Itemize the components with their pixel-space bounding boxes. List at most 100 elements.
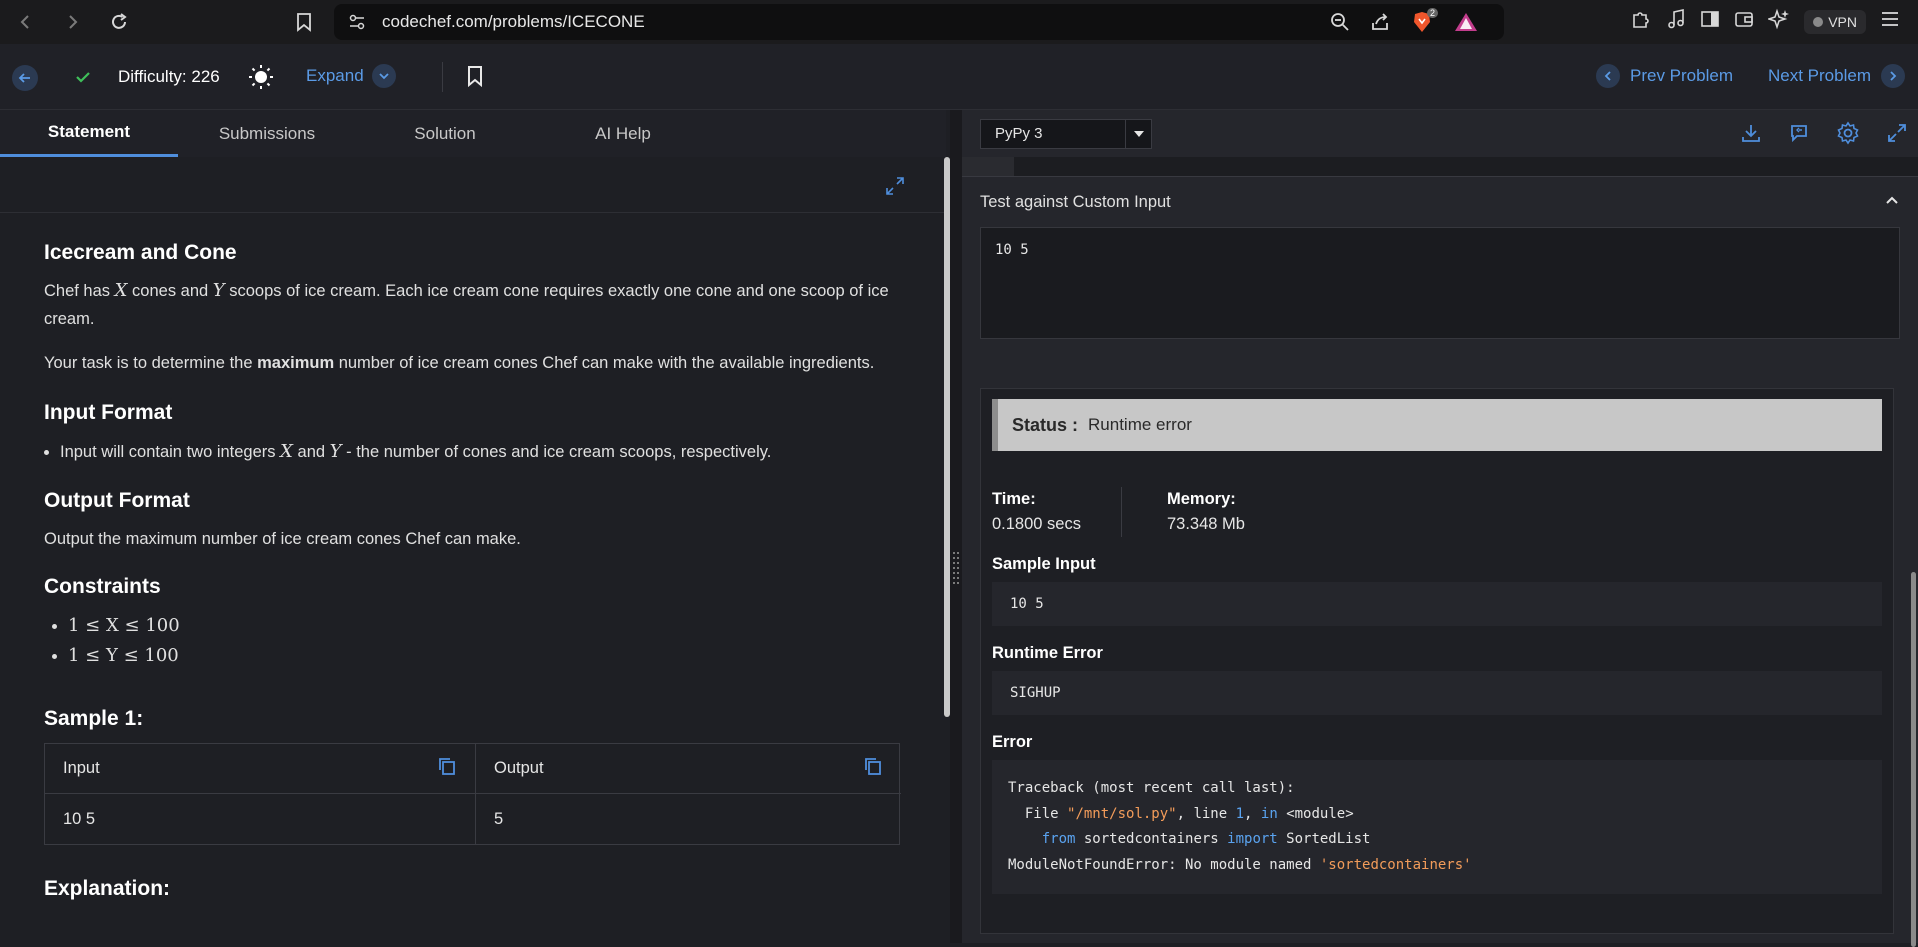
reload-icon[interactable] xyxy=(104,7,134,37)
sample-input-header: Input xyxy=(45,744,475,794)
time-label: Time: xyxy=(992,490,1036,508)
status-value: Runtime error xyxy=(1088,415,1192,434)
memory-label: Memory: xyxy=(1167,490,1236,508)
toolbar-divider xyxy=(442,62,443,92)
site-settings-icon[interactable] xyxy=(348,13,366,36)
sample-input-box: 10 5 xyxy=(992,582,1882,626)
statement-content: Icecream and Cone Chef has X cones and Y… xyxy=(0,213,946,941)
wallet-icon[interactable] xyxy=(1734,9,1754,34)
zoom-icon[interactable] xyxy=(1330,12,1350,37)
back-button[interactable] xyxy=(12,65,38,91)
memory-stat: Memory: 73.348 Mb xyxy=(1167,487,1245,537)
fullscreen-statement-icon[interactable] xyxy=(884,175,906,202)
language-select[interactable]: PyPy 3 xyxy=(980,118,1152,149)
input-format-item: Input will contain two integers X and Y … xyxy=(60,437,902,467)
url-text: codechef.com/problems/ICECONE xyxy=(382,12,645,31)
vpn-button[interactable]: VPN xyxy=(1804,9,1866,34)
constraints-list: 1 ≤ X ≤ 100 1 ≤ Y ≤ 100 xyxy=(68,611,902,671)
editor-scrollbar[interactable] xyxy=(1911,572,1916,947)
menu-icon[interactable] xyxy=(1880,10,1900,33)
rewards-triangle-icon[interactable] xyxy=(1454,12,1478,37)
chevron-right-icon xyxy=(1880,64,1905,88)
sample-input-value: 10 5 xyxy=(63,809,96,828)
extensions-icon[interactable] xyxy=(1630,8,1652,35)
tab-ai-help[interactable]: AI Help xyxy=(534,110,712,157)
custom-input-header[interactable]: Test against Custom Input xyxy=(962,177,1918,227)
constraint-item: 1 ≤ X ≤ 100 xyxy=(68,611,902,641)
download-icon[interactable] xyxy=(1740,122,1762,149)
browser-toolbar: codechef.com/problems/ICECONE 2 VPN xyxy=(0,0,1918,44)
tab-solution[interactable]: Solution xyxy=(356,110,534,157)
solved-check-icon xyxy=(74,68,92,91)
leo-ai-icon[interactable] xyxy=(1766,8,1790,35)
editor-panel: PyPy 3 Test against Custom Input 10 5 St… xyxy=(962,110,1918,947)
share-icon[interactable] xyxy=(1370,12,1390,37)
next-problem-label: Next Problem xyxy=(1768,66,1871,85)
bookmark-problem-icon[interactable] xyxy=(466,65,484,92)
copy-input-icon[interactable] xyxy=(437,756,457,781)
arrow-left-icon xyxy=(18,73,30,83)
memory-value: 73.348 Mb xyxy=(1167,515,1245,533)
tab-submissions[interactable]: Submissions xyxy=(178,110,356,157)
expand-button[interactable]: Expand xyxy=(306,64,396,88)
editor-gutter xyxy=(962,157,1014,176)
statement-panel: Icecream and Cone Chef has X cones and Y… xyxy=(0,157,946,943)
custom-input-textarea[interactable]: 10 5 xyxy=(980,227,1900,339)
explanation-heading: Explanation: xyxy=(44,877,171,900)
statement-header xyxy=(0,157,946,213)
problem-paragraph-1: Chef has X cones and Y scoops of ice cre… xyxy=(44,280,889,328)
browser-extensions: VPN xyxy=(1630,8,1900,35)
result-panel: Status : Runtime error Time: 0.1800 secs… xyxy=(980,388,1894,934)
settings-gear-icon[interactable] xyxy=(1836,121,1860,150)
traceback-box: Traceback (most recent call last): File … xyxy=(992,760,1882,894)
next-problem-button[interactable]: Next Problem xyxy=(1768,64,1905,88)
runtime-error-box: SIGHUP xyxy=(992,671,1882,715)
vpn-label: VPN xyxy=(1828,13,1857,30)
editor-toolbar: PyPy 3 xyxy=(962,110,1918,157)
sample-input-title: Sample Input xyxy=(992,555,1096,573)
time-stat: Time: 0.1800 secs xyxy=(992,487,1122,537)
bookmark-page-icon[interactable] xyxy=(296,12,312,37)
panel-divider[interactable] xyxy=(950,110,962,943)
sample-heading: Sample 1: xyxy=(44,707,144,730)
sample-output-header: Output xyxy=(475,744,901,794)
output-format-text: Output the maximum number of ice cream c… xyxy=(44,530,521,548)
address-bar[interactable]: codechef.com/problems/ICECONE 2 xyxy=(334,4,1504,40)
problem-paragraph-2: Your task is to determine the maximum nu… xyxy=(44,354,875,372)
constraints-heading: Constraints xyxy=(44,575,161,598)
back-icon[interactable] xyxy=(10,7,40,37)
media-icon[interactable] xyxy=(1666,8,1686,35)
tab-statement[interactable]: Statement xyxy=(0,110,178,157)
error-title: Error xyxy=(992,733,1033,751)
code-editor-strip[interactable] xyxy=(962,157,1918,177)
forward-icon[interactable] xyxy=(58,7,88,37)
copy-output-icon[interactable] xyxy=(863,756,883,781)
runtime-error-title: Runtime Error xyxy=(992,644,1103,662)
status-bar: Status : Runtime error xyxy=(992,399,1882,451)
caret-down-icon xyxy=(1125,119,1151,148)
run-stats: Time: 0.1800 secs Memory: 73.348 Mb xyxy=(992,487,1882,537)
problem-title: Icecream and Cone xyxy=(44,241,237,264)
prev-problem-button[interactable]: Prev Problem xyxy=(1596,64,1733,88)
console-icon[interactable] xyxy=(1788,122,1810,149)
sample-table: Input Output 10 5 5 xyxy=(44,743,901,845)
chevron-down-icon xyxy=(371,64,396,88)
expand-label: Expand xyxy=(306,66,364,85)
output-format-heading: Output Format xyxy=(44,489,190,512)
sample-output-value: 5 xyxy=(475,794,901,844)
shield-badge: 2 xyxy=(1426,8,1438,18)
chevron-left-icon xyxy=(1596,64,1620,88)
problem-toolbar: Difficulty: 226 Expand Prev Problem Next… xyxy=(0,44,1918,110)
prev-problem-label: Prev Problem xyxy=(1630,66,1733,85)
language-value: PyPy 3 xyxy=(995,125,1043,142)
sidebar-toggle-icon[interactable] xyxy=(1700,9,1720,34)
constraint-item: 1 ≤ Y ≤ 100 xyxy=(68,641,902,671)
input-format-heading: Input Format xyxy=(44,401,173,424)
fullscreen-editor-icon[interactable] xyxy=(1886,122,1908,149)
chevron-up-icon[interactable] xyxy=(1884,192,1900,213)
difficulty-label: Difficulty: 226 xyxy=(118,67,220,86)
theme-toggle-icon[interactable] xyxy=(248,64,274,95)
resize-grip-icon[interactable] xyxy=(952,550,960,586)
status-label: Status : xyxy=(1012,414,1079,435)
input-format-list: Input will contain two integers X and Y … xyxy=(60,437,902,467)
